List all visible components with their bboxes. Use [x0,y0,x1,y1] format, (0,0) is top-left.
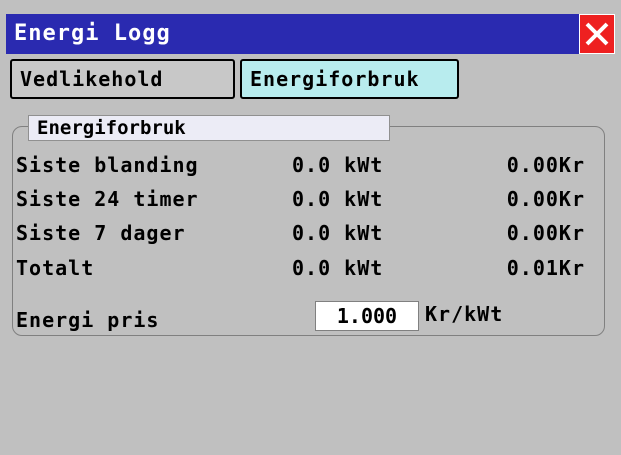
row-label-totalt: Totalt [16,256,95,280]
energy-price-unit: Kr/kWt [425,302,504,326]
title-bar: Energi Logg [6,14,615,54]
row-kr-siste-blanding: 0.00Kr [506,153,585,177]
row-kwh-siste-blanding: 0.0 kWt [292,153,384,177]
tab-energiforbruk[interactable]: Energiforbruk [240,59,459,99]
group-title: Energiforbruk [28,115,390,141]
row-kr-siste-7-dager: 0.00Kr [506,221,585,245]
close-icon [585,22,609,46]
row-label-siste-7-dager: Siste 7 dager [16,221,186,245]
close-button[interactable] [579,14,615,54]
row-kr-siste-24-timer: 0.00Kr [506,187,585,211]
row-kwh-siste-7-dager: 0.0 kWt [292,221,384,245]
row-label-siste-blanding: Siste blanding [16,153,199,177]
window-title: Energi Logg [14,21,171,46]
tab-vedlikehold[interactable]: Vedlikehold [10,59,235,99]
energy-price-input[interactable] [315,301,419,331]
row-label-siste-24-timer: Siste 24 timer [16,187,199,211]
row-kr-totalt: 0.01Kr [506,256,585,280]
row-kwh-siste-24-timer: 0.0 kWt [292,187,384,211]
row-kwh-totalt: 0.0 kWt [292,256,384,280]
energy-price-label: Energi pris [16,308,160,332]
